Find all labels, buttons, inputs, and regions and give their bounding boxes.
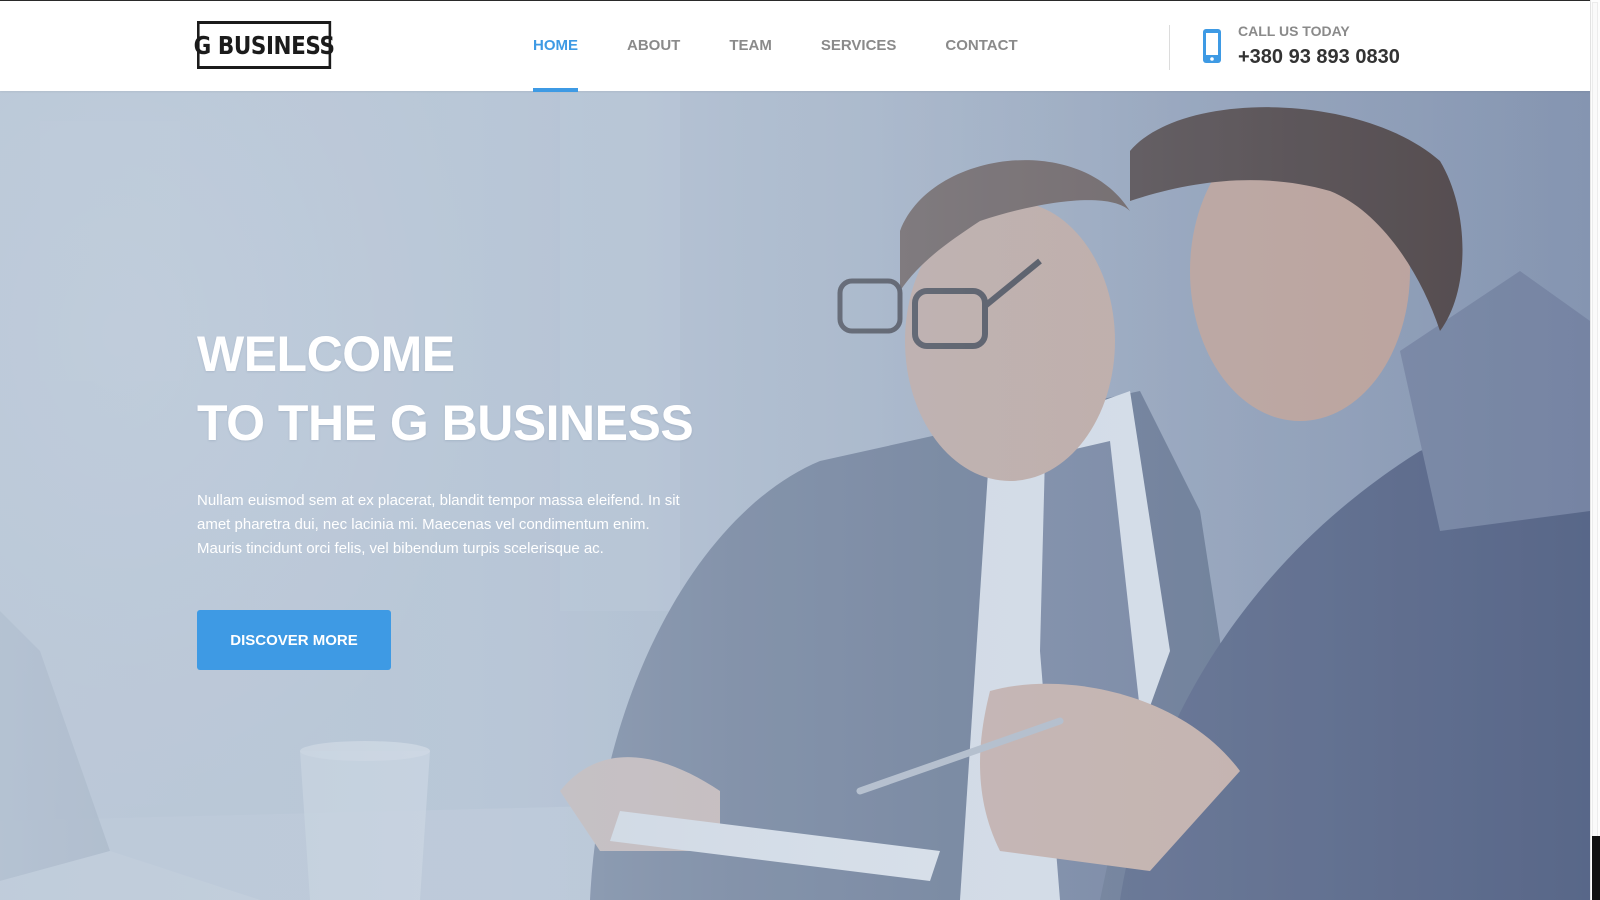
discover-more-button[interactable]: DISCOVER MORE [197,610,391,670]
hero-title-line-2: TO THE G BUSINESS [197,395,694,451]
hero-description: Nullam euismod sem at ex placerat, bland… [197,492,680,557]
scrollbar-thumb[interactable] [1592,2,1598,838]
header-divider [1169,25,1170,70]
site-logo[interactable]: G BUSINESS [194,21,335,69]
hero-section: WELCOME TO THE G BUSINESS Nullam euismod… [0,91,1590,900]
main-nav: HOME ABOUT TEAM SERVICES CONTACT [533,1,1067,92]
call-us-label: CALL US TODAY [1238,23,1350,39]
nav-item-home[interactable]: HOME [533,1,578,92]
nav-item-team[interactable]: TEAM [729,1,772,91]
phone-number[interactable]: +380 93 893 0830 [1238,46,1400,69]
nav-item-contact[interactable]: CONTACT [945,1,1017,91]
hero-title-line-1: WELCOME [197,326,455,382]
nav-item-about[interactable]: ABOUT [627,1,680,91]
site-header: G BUSINESS HOME ABOUT TEAM SERVICES CONT… [0,1,1590,92]
scrollbar-corner [1592,836,1600,900]
nav-item-services[interactable]: SERVICES [821,1,897,91]
mobile-phone-icon [1203,29,1221,63]
